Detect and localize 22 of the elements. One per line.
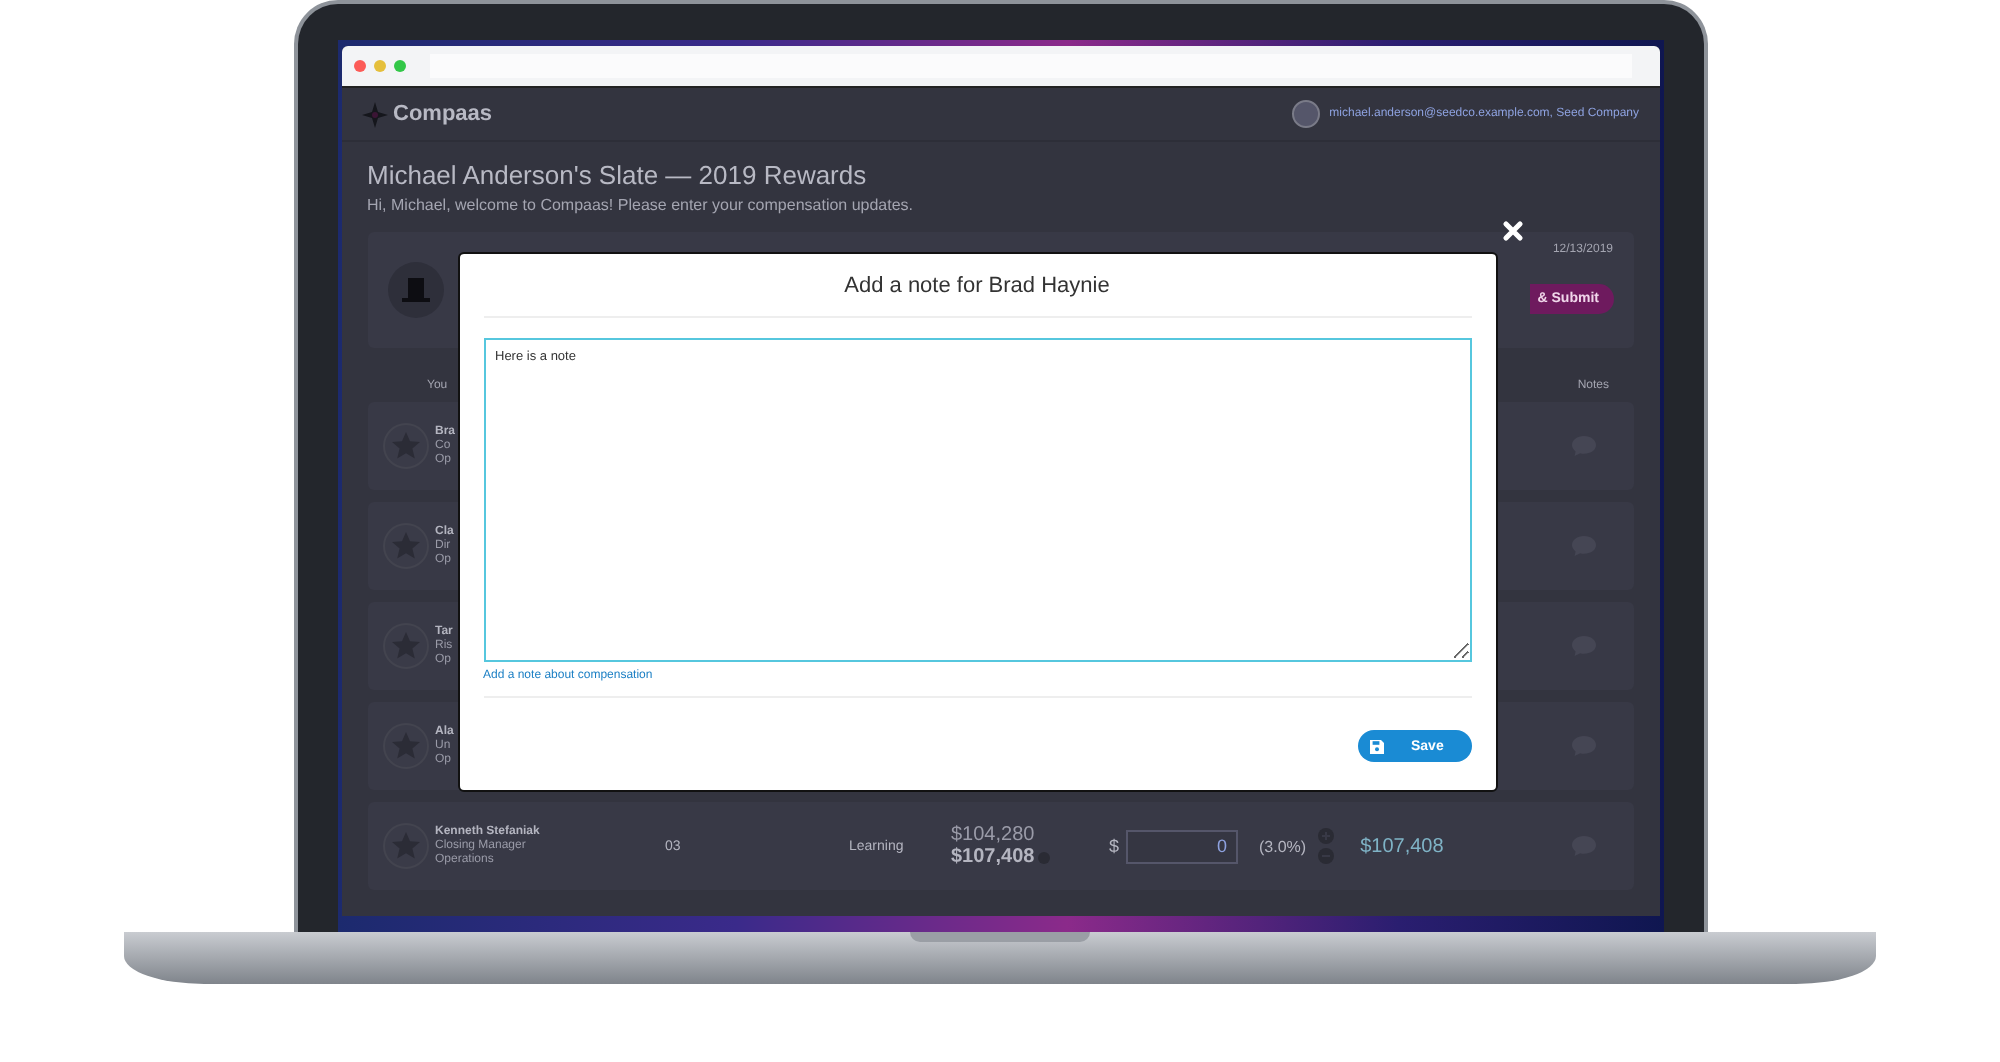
top-hat-icon: [399, 274, 431, 306]
app-logo-text: Compaas: [393, 102, 493, 126]
star-avatar-icon: [381, 422, 429, 470]
dialog-title: Add a note for Brad Haynie: [483, 274, 1471, 318]
new-salary: $107,408: [951, 846, 1035, 868]
star-avatar-icon: [381, 622, 429, 670]
star-avatar-icon: [381, 722, 429, 770]
total-salary: $107,408: [1360, 835, 1444, 857]
close-icon[interactable]: [1501, 220, 1523, 242]
minimize-window-icon[interactable]: [373, 60, 385, 72]
user-avatar-icon[interactable]: [1291, 100, 1320, 128]
star-avatar-icon: [381, 822, 429, 870]
percent-text: (3.0%): [1259, 837, 1307, 855]
increase-input[interactable]: 0: [1125, 829, 1238, 863]
maximize-window-icon[interactable]: [393, 60, 405, 72]
close-window-icon[interactable]: [353, 60, 365, 72]
page-title: Michael Anderson's Slate — 2019 Rewards: [367, 160, 869, 190]
current-salary: $104,280: [951, 824, 1035, 846]
currency-symbol: $: [1109, 836, 1120, 856]
compass-logo-icon: [361, 101, 387, 127]
welcome-message: Hi, Michael, welcome to Compaas! Please enter your compensation updates.: [367, 196, 916, 214]
star-avatar-icon: [381, 522, 429, 570]
